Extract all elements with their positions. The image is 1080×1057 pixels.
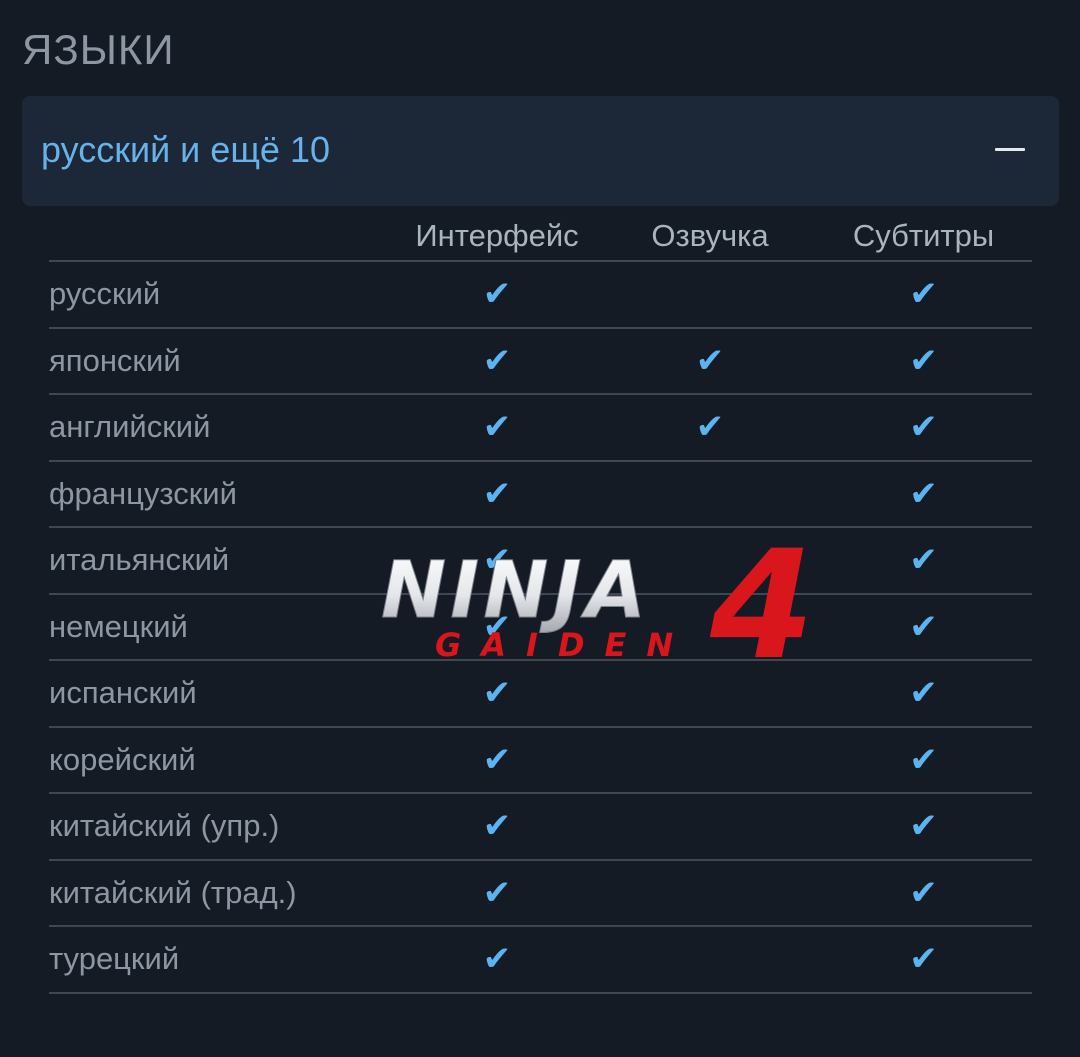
subtitles-support-cell: ✔ xyxy=(815,726,1032,794)
table-header-row: Интерфейс Озвучка Субтитры xyxy=(49,212,1032,262)
languages-table: Интерфейс Озвучка Субтитры русский ✔ ✔ япон… xyxy=(49,212,1032,994)
subtitles-support-cell: ✔ xyxy=(815,460,1032,528)
audio-support-cell xyxy=(605,793,815,861)
subtitles-support-cell: ✔ xyxy=(815,527,1032,595)
header-audio: Озвучка xyxy=(605,212,815,262)
language-name: турецкий xyxy=(49,926,389,994)
table-row: китайский (упр.) ✔ ✔ xyxy=(49,793,1032,861)
subtitles-support-cell: ✔ xyxy=(815,394,1032,462)
subtitles-support-cell: ✔ xyxy=(815,926,1032,994)
table-row: итальянский ✔ ✔ xyxy=(49,527,1032,595)
languages-summary-label: русский и ещё 10 xyxy=(41,129,331,170)
checkmark-icon: ✔ xyxy=(909,340,938,381)
checkmark-icon: ✔ xyxy=(909,739,938,780)
checkmark-icon: ✔ xyxy=(482,407,512,448)
interface-support-cell: ✔ xyxy=(389,926,605,994)
checkmark-icon: ✔ xyxy=(482,274,512,315)
subtitles-support-cell: ✔ xyxy=(815,593,1032,661)
languages-summary-toggle[interactable]: русский и ещё 10 xyxy=(22,96,1059,206)
collapse-minus-icon[interactable] xyxy=(995,148,1025,151)
checkmark-icon: ✔ xyxy=(909,540,938,581)
checkmark-icon: ✔ xyxy=(909,274,938,315)
interface-support-cell: ✔ xyxy=(389,593,605,661)
checkmark-icon: ✔ xyxy=(482,340,512,381)
language-name: китайский (трад.) xyxy=(49,859,389,927)
audio-support-cell xyxy=(605,593,815,661)
checkmark-icon: ✔ xyxy=(909,473,938,514)
table-row: турецкий ✔ ✔ xyxy=(49,926,1032,994)
table-row: русский ✔ ✔ xyxy=(49,261,1032,329)
checkmark-icon: ✔ xyxy=(482,739,512,780)
checkmark-icon: ✔ xyxy=(909,872,938,913)
language-name: испанский xyxy=(49,660,389,728)
audio-support-cell xyxy=(605,261,815,329)
interface-support-cell: ✔ xyxy=(389,327,605,395)
table-row: корейский ✔ ✔ xyxy=(49,726,1032,794)
table-row: испанский ✔ ✔ xyxy=(49,660,1032,728)
subtitles-support-cell: ✔ xyxy=(815,859,1032,927)
interface-support-cell: ✔ xyxy=(389,726,605,794)
interface-support-cell: ✔ xyxy=(389,394,605,462)
audio-support-cell xyxy=(605,460,815,528)
checkmark-icon: ✔ xyxy=(482,872,512,913)
audio-support-cell xyxy=(605,926,815,994)
checkmark-icon: ✔ xyxy=(909,806,938,847)
interface-support-cell: ✔ xyxy=(389,460,605,528)
languages-table-body: русский ✔ ✔ японский ✔ ✔ ✔ английский ✔ ✔ ✔ француз… xyxy=(49,261,1032,994)
section-title: ЯЗЫКИ xyxy=(22,26,175,73)
checkmark-icon: ✔ xyxy=(482,540,512,581)
checkmark-icon: ✔ xyxy=(482,473,512,514)
table-row: немецкий ✔ ✔ xyxy=(49,593,1032,661)
language-name: итальянский xyxy=(49,527,389,595)
interface-support-cell: ✔ xyxy=(389,859,605,927)
table-row: французский ✔ ✔ xyxy=(49,460,1032,528)
audio-support-cell xyxy=(605,527,815,595)
table-row: английский ✔ ✔ ✔ xyxy=(49,394,1032,462)
header-language xyxy=(49,212,389,262)
checkmark-icon: ✔ xyxy=(909,673,938,714)
checkmark-icon: ✔ xyxy=(695,340,725,381)
checkmark-icon: ✔ xyxy=(909,606,938,647)
header-interface: Интерфейс xyxy=(389,212,605,262)
interface-support-cell: ✔ xyxy=(389,261,605,329)
language-name: английский xyxy=(49,394,389,462)
checkmark-icon: ✔ xyxy=(482,806,512,847)
interface-support-cell: ✔ xyxy=(389,793,605,861)
audio-support-cell: ✔ xyxy=(605,394,815,462)
language-name: корейский xyxy=(49,726,389,794)
table-row: японский ✔ ✔ ✔ xyxy=(49,327,1032,395)
subtitles-support-cell: ✔ xyxy=(815,660,1032,728)
subtitles-support-cell: ✔ xyxy=(815,327,1032,395)
subtitles-support-cell: ✔ xyxy=(815,793,1032,861)
language-name: японский xyxy=(49,327,389,395)
audio-support-cell xyxy=(605,660,815,728)
audio-support-cell xyxy=(605,726,815,794)
checkmark-icon: ✔ xyxy=(482,939,512,980)
subtitles-support-cell: ✔ xyxy=(815,261,1032,329)
interface-support-cell: ✔ xyxy=(389,660,605,728)
checkmark-icon: ✔ xyxy=(909,939,938,980)
audio-support-cell: ✔ xyxy=(605,327,815,395)
language-name: китайский (упр.) xyxy=(49,793,389,861)
header-subtitles: Субтитры xyxy=(815,212,1032,262)
audio-support-cell xyxy=(605,859,815,927)
language-name: французский xyxy=(49,460,389,528)
language-name: немецкий xyxy=(49,593,389,661)
table-row: китайский (трад.) ✔ ✔ xyxy=(49,859,1032,927)
checkmark-icon: ✔ xyxy=(482,673,512,714)
checkmark-icon: ✔ xyxy=(482,606,512,647)
checkmark-icon: ✔ xyxy=(695,407,725,448)
interface-support-cell: ✔ xyxy=(389,527,605,595)
language-name: русский xyxy=(49,261,389,329)
checkmark-icon: ✔ xyxy=(909,407,938,448)
